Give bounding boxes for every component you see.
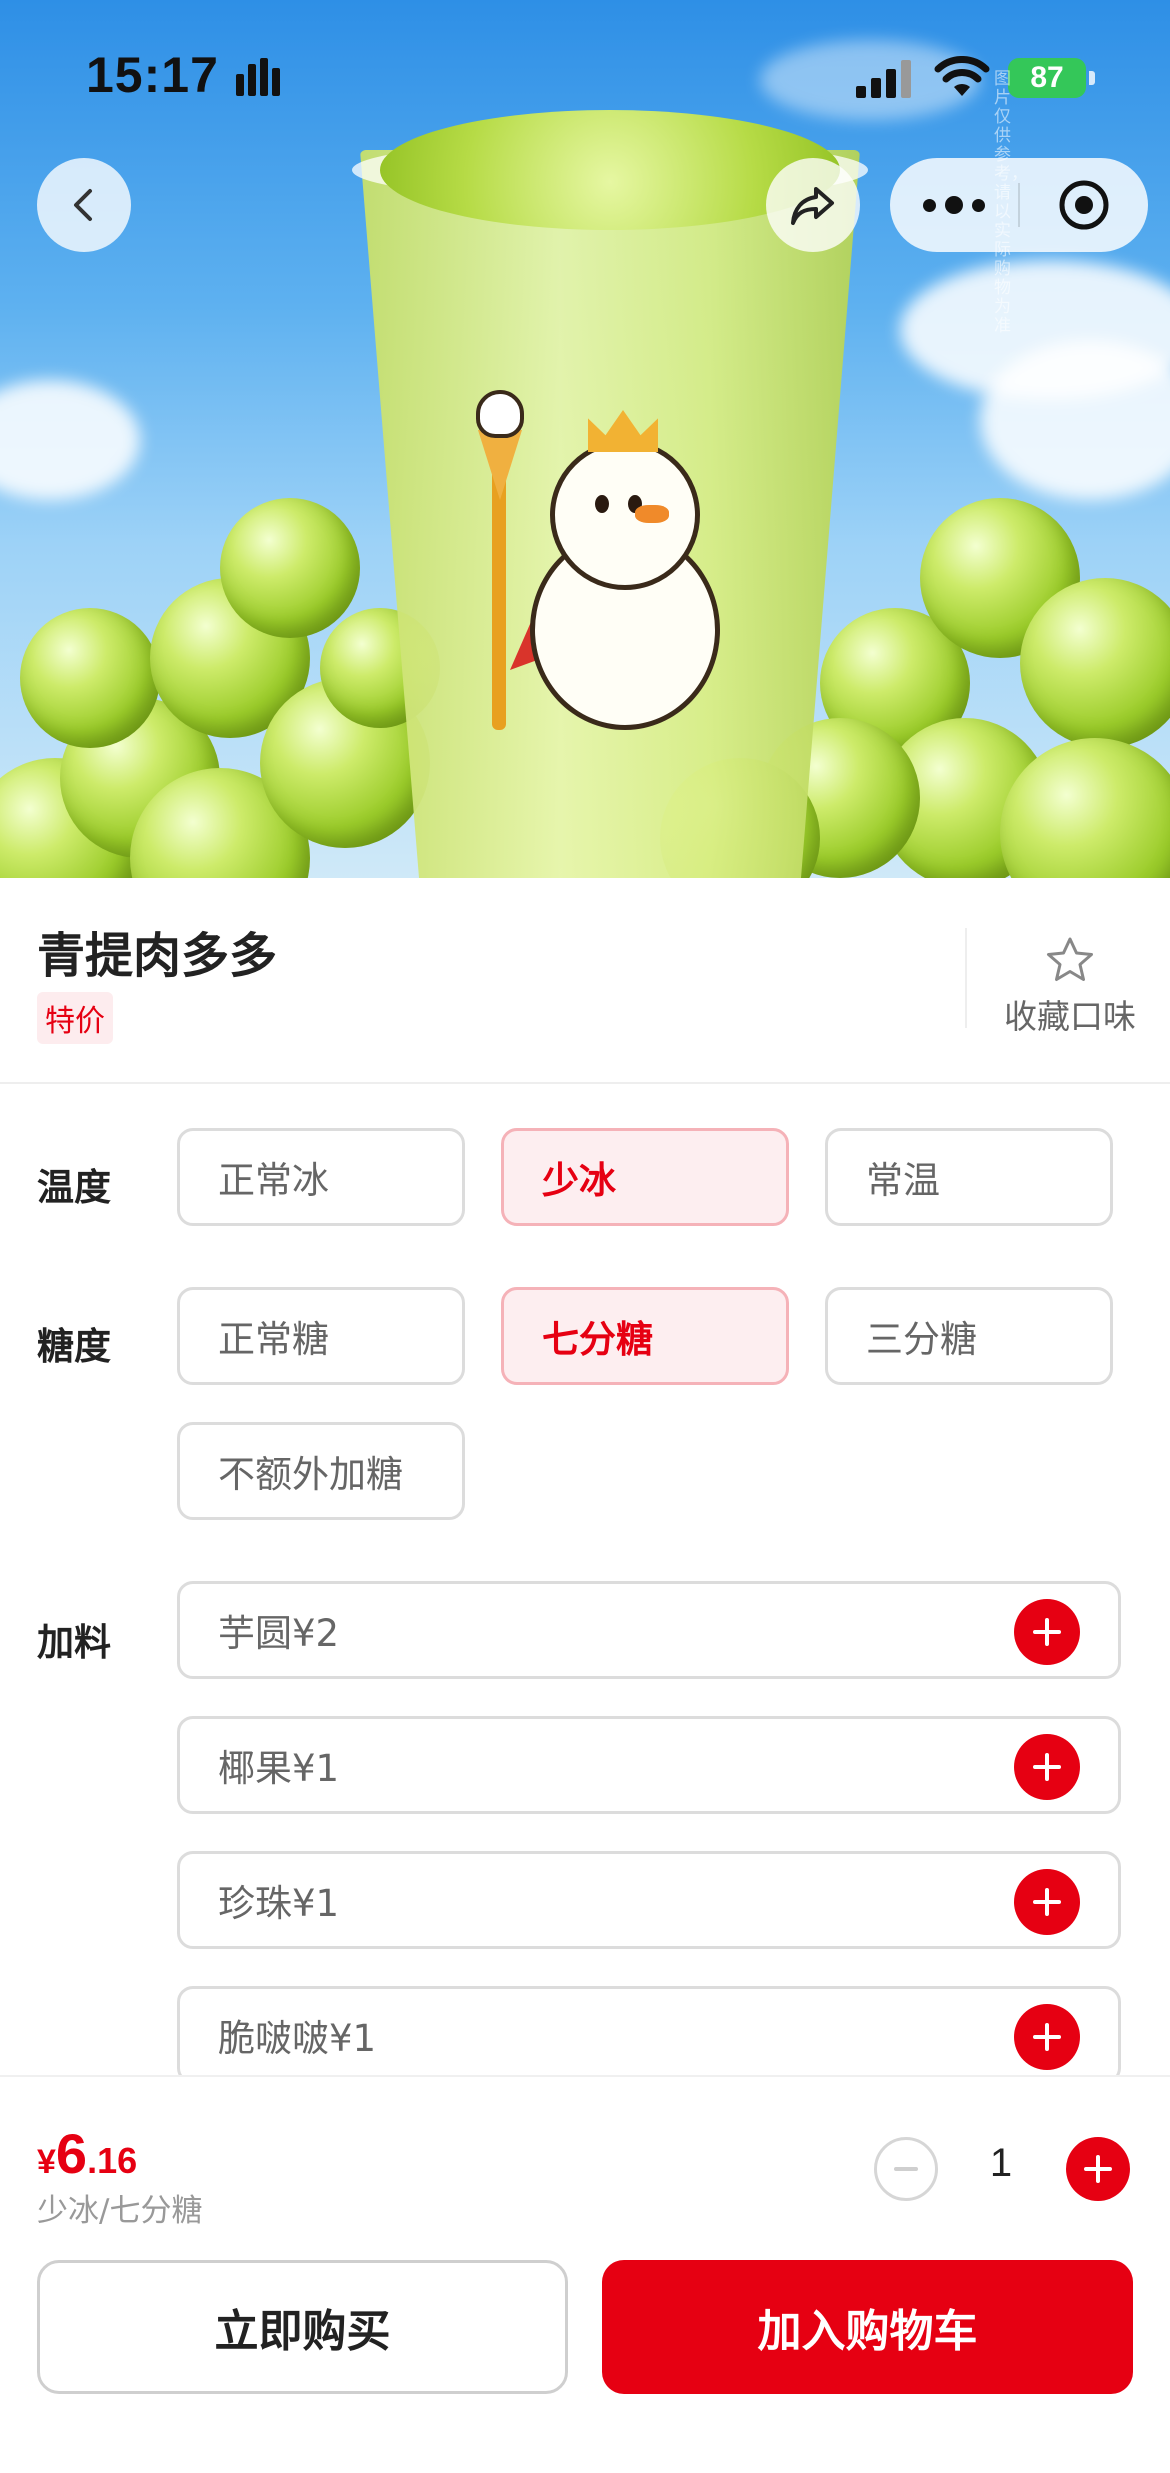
topping-label: 芋圆¥2 bbox=[218, 1612, 340, 1655]
temp-option-normal-ice[interactable]: 正常冰 bbox=[177, 1128, 465, 1226]
add-topping-button[interactable] bbox=[1014, 2004, 1080, 2070]
topping-label: 珍珠¥1 bbox=[218, 1882, 340, 1925]
special-price-badge: 特价 bbox=[37, 992, 113, 1044]
add-topping-button[interactable] bbox=[1014, 1734, 1080, 1800]
plus-icon bbox=[1033, 2023, 1061, 2051]
divider bbox=[0, 1082, 1170, 1084]
temp-option-less-ice[interactable]: 少冰 bbox=[501, 1128, 789, 1226]
quantity-value: 1 bbox=[989, 2141, 1013, 2185]
product-name: 青提肉多多 bbox=[37, 928, 278, 984]
activity-bars-icon bbox=[236, 58, 280, 96]
battery-level: 87 bbox=[1030, 61, 1064, 94]
minus-icon bbox=[894, 2167, 918, 2171]
sugar-option-70[interactable]: 七分糖 bbox=[501, 1287, 789, 1385]
share-button[interactable] bbox=[766, 158, 860, 252]
target-close-icon bbox=[1059, 180, 1109, 230]
sugar-option-none[interactable]: 不额外加糖 bbox=[177, 1422, 465, 1520]
price-decimal: .16 bbox=[87, 2140, 138, 2181]
plus-icon bbox=[1084, 2155, 1112, 2183]
share-arrow-icon bbox=[791, 187, 834, 225]
miniprogram-capsule bbox=[890, 158, 1148, 252]
favorite-label: 收藏口味 bbox=[1004, 997, 1136, 1036]
add-topping-button[interactable] bbox=[1014, 1599, 1080, 1665]
topping-row: 珍珠¥1 bbox=[177, 1851, 1121, 1949]
close-miniprogram-button[interactable] bbox=[1020, 158, 1148, 252]
more-button[interactable] bbox=[890, 158, 1018, 252]
wifi-icon bbox=[934, 56, 990, 96]
add-topping-button[interactable] bbox=[1014, 1869, 1080, 1935]
chevron-left-icon bbox=[74, 189, 92, 221]
temperature-label: 温度 bbox=[37, 1166, 111, 1209]
product-header: 青提肉多多 特价 收藏口味 bbox=[0, 878, 1170, 1083]
sugar-option-30[interactable]: 三分糖 bbox=[825, 1287, 1113, 1385]
plus-icon bbox=[1033, 1753, 1061, 1781]
temp-option-room-temp[interactable]: 常温 bbox=[825, 1128, 1113, 1226]
back-button[interactable] bbox=[37, 158, 131, 252]
battery-indicator: 87 bbox=[1008, 58, 1086, 98]
checkout-bar: ¥6.16 少冰/七分糖 1 立即购买 加入购物车 bbox=[0, 2075, 1170, 2473]
topping-label: 脆啵啵¥1 bbox=[218, 2017, 377, 2060]
price-integer: 6 bbox=[55, 2122, 88, 2185]
topping-row: 椰果¥1 bbox=[177, 1716, 1121, 1814]
more-dots-icon bbox=[923, 198, 936, 212]
quantity-decrease-button[interactable] bbox=[874, 2137, 938, 2201]
mascot-illustration bbox=[470, 390, 730, 730]
cellular-signal-icon bbox=[856, 60, 911, 98]
favorite-flavor-button[interactable]: 收藏口味 bbox=[990, 936, 1150, 1038]
price: ¥6.16 bbox=[37, 2121, 137, 2186]
star-outline-icon bbox=[1047, 937, 1093, 981]
selected-spec-summary: 少冰/七分糖 bbox=[37, 2193, 203, 2229]
sugar-label: 糖度 bbox=[37, 1325, 111, 1368]
buy-now-button[interactable]: 立即购买 bbox=[37, 2260, 568, 2394]
topping-row: 芋圆¥2 bbox=[177, 1581, 1121, 1679]
status-time: 15:17 bbox=[86, 47, 219, 103]
toppings-label: 加料 bbox=[37, 1621, 111, 1664]
topping-row: 脆啵啵¥1 bbox=[177, 1986, 1121, 2084]
sugar-option-normal[interactable]: 正常糖 bbox=[177, 1287, 465, 1385]
plus-icon bbox=[1033, 1618, 1061, 1646]
quantity-increase-button[interactable] bbox=[1066, 2137, 1130, 2201]
add-to-cart-button[interactable]: 加入购物车 bbox=[602, 2260, 1133, 2394]
topping-label: 椰果¥1 bbox=[218, 1747, 340, 1790]
plus-icon bbox=[1033, 1888, 1061, 1916]
currency-symbol: ¥ bbox=[37, 2143, 56, 2181]
